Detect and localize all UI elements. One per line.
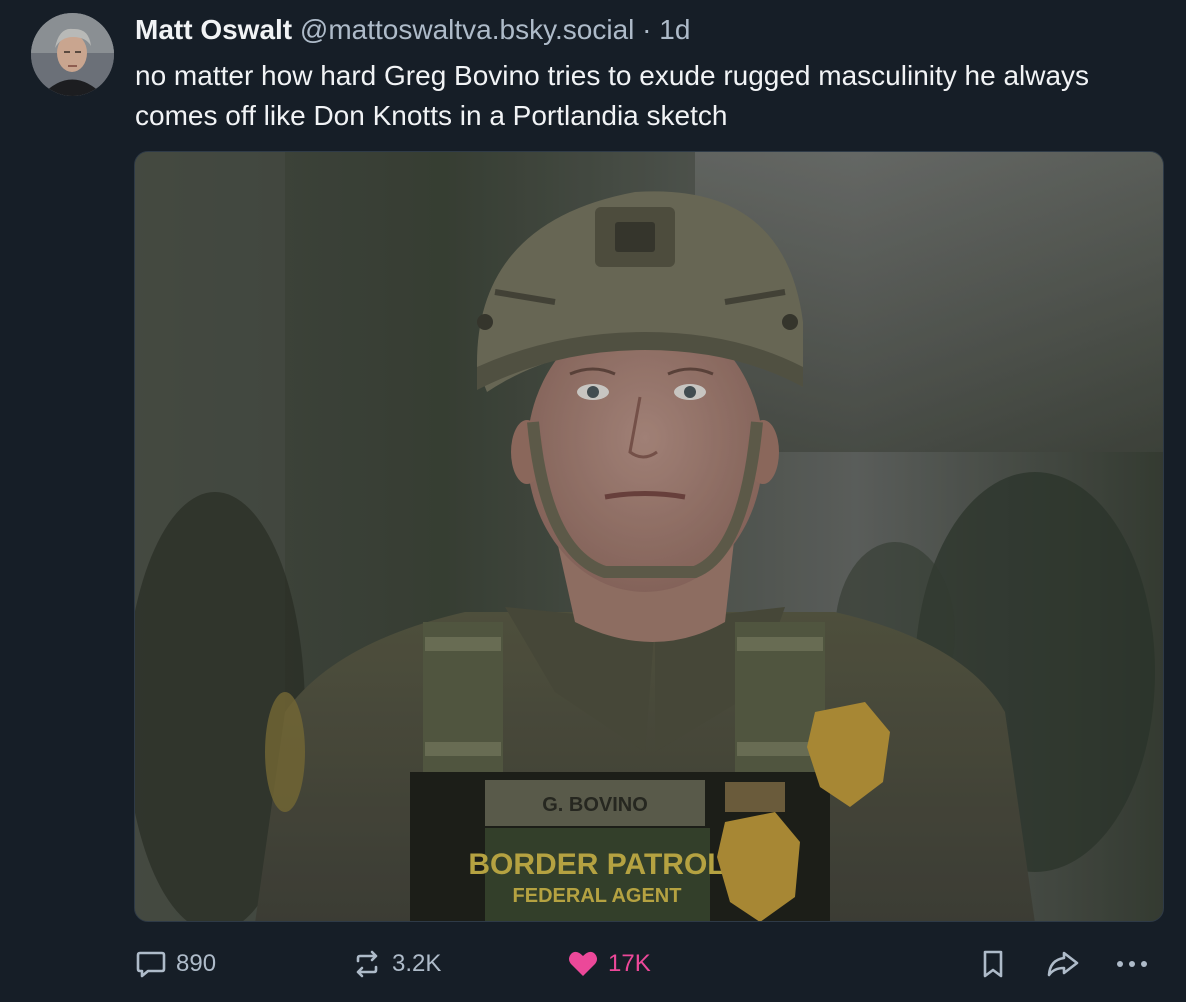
- repost-arrows-icon: [356, 950, 378, 978]
- heart-icon: [569, 951, 597, 976]
- separator: ·: [642, 14, 652, 45]
- more-options-button[interactable]: [1112, 942, 1152, 986]
- post-image[interactable]: G. BOVINO BORDER PATROL FEDERAL AGENT: [134, 151, 1164, 922]
- repost-count: 3.2K: [392, 950, 442, 977]
- bookmark-icon: [983, 950, 1003, 978]
- like-button[interactable]: 17K: [566, 942, 651, 986]
- post: Matt Oswalt @mattoswaltva.bsky.social · …: [0, 0, 1186, 1002]
- avatar-photo: [31, 13, 114, 96]
- post-time[interactable]: 1d: [659, 14, 690, 45]
- post-header: Matt Oswalt @mattoswaltva.bsky.social · …: [135, 12, 690, 48]
- like-count: 17K: [608, 950, 651, 977]
- reply-button[interactable]: 890: [134, 942, 216, 986]
- bookmark-button[interactable]: [978, 942, 1008, 986]
- ellipsis-icon: [1117, 961, 1147, 967]
- share-button[interactable]: [1044, 942, 1082, 986]
- photo-border-patrol-agent: G. BOVINO BORDER PATROL FEDERAL AGENT: [135, 152, 1163, 921]
- speech-bubble-icon: [136, 951, 166, 978]
- post-actions: 890 3.2K 17K: [0, 942, 1186, 986]
- post-text: no matter how hard Greg Bovino tries to …: [135, 60, 1090, 131]
- share-arrow-icon: [1047, 951, 1079, 977]
- author-name[interactable]: Matt Oswalt: [135, 14, 292, 45]
- author-handle[interactable]: @mattoswaltva.bsky.social: [300, 14, 634, 45]
- reply-count: 890: [176, 950, 217, 977]
- author-avatar[interactable]: [31, 13, 114, 96]
- repost-button[interactable]: 3.2K: [350, 942, 441, 986]
